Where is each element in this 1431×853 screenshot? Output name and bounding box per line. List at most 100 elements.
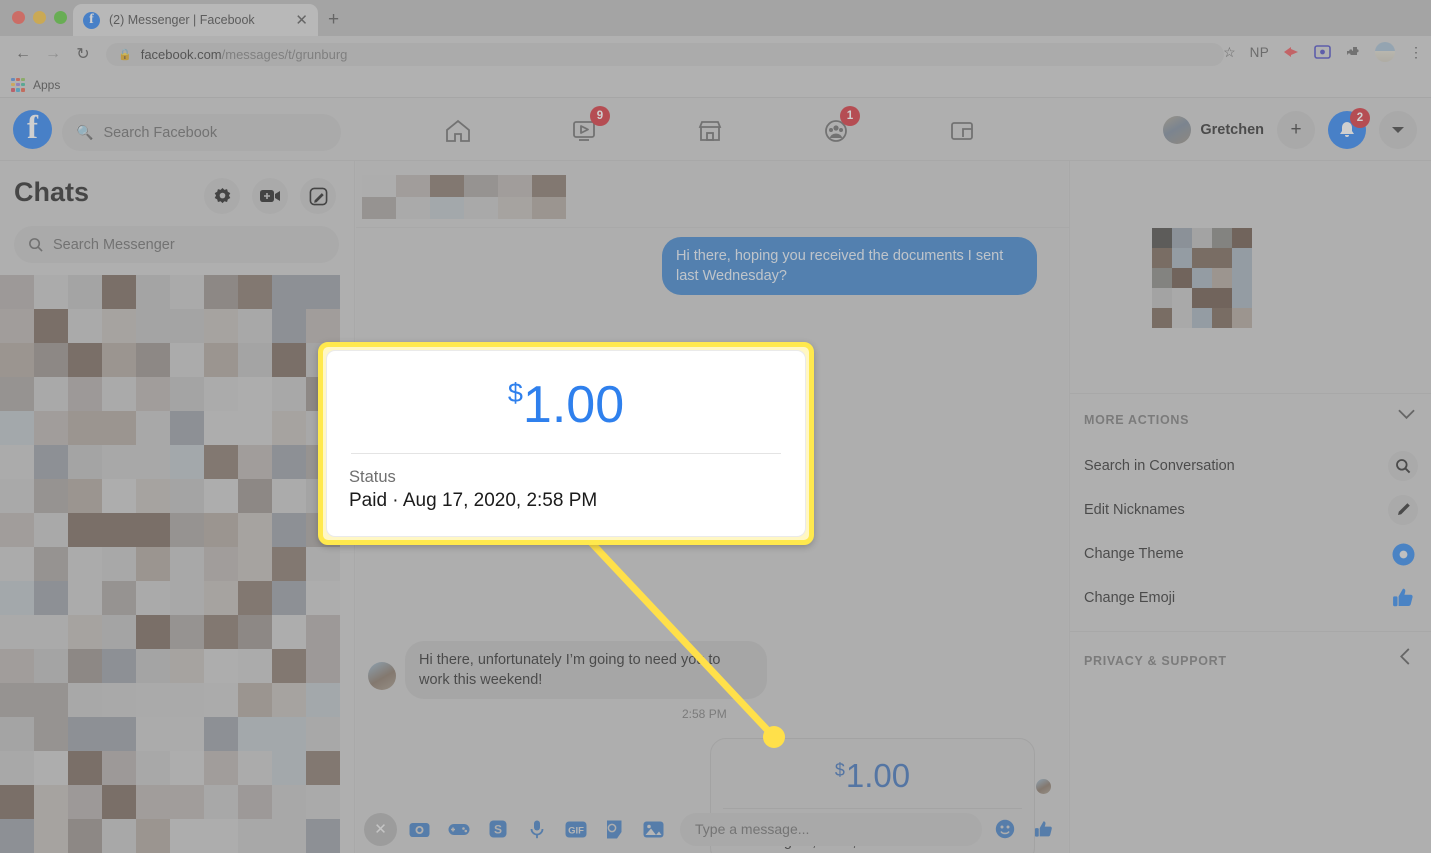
new-video-room-icon[interactable] — [252, 178, 288, 214]
facebook-icon: f — [83, 12, 100, 29]
extensions-puzzle-icon[interactable] — [1345, 44, 1361, 60]
bookmark-star-icon[interactable]: ☆ — [1223, 44, 1236, 61]
avatar[interactable] — [1163, 116, 1191, 144]
minimize-window-button[interactable] — [33, 11, 46, 24]
apps-bookmark-label[interactable]: Apps — [33, 78, 60, 92]
facebook-logo-icon[interactable]: f — [13, 110, 52, 149]
address-bar[interactable]: 🔒 facebook.com/messages/t/grunburg — [106, 43, 1224, 66]
payment-amount: $1.00 — [711, 739, 1034, 808]
close-window-button[interactable] — [12, 11, 25, 24]
search-input[interactable]: Search Messenger — [14, 226, 339, 263]
message-bubble-incoming[interactable]: Hi there, unfortunately I’m going to nee… — [405, 641, 767, 699]
details-item-change-theme[interactable]: Change Theme — [1084, 535, 1418, 573]
callout-inner: $1.00 Status Paid · Aug 17, 2020, 2:58 P… — [326, 350, 806, 537]
message-composer: ✕ S — [356, 805, 1068, 853]
cast-screen-icon[interactable] — [1314, 45, 1331, 60]
create-button[interactable]: + — [1277, 111, 1315, 149]
thumbs-up-icon[interactable] — [1027, 813, 1060, 846]
amount-value: 1.00 — [523, 376, 624, 434]
thumbsup-glyph — [1034, 820, 1053, 839]
message-input[interactable]: Type a message... — [680, 813, 982, 846]
chevron-left-icon[interactable] — [1400, 648, 1411, 669]
chevron-down-icon[interactable] — [1398, 407, 1415, 424]
currency-symbol: $ — [508, 378, 523, 408]
video-plus-glyph — [259, 188, 281, 204]
account-menu-button[interactable] — [1379, 111, 1417, 149]
details-item-search-in-conversation[interactable]: Search in Conversation — [1084, 447, 1418, 485]
new-tab-button[interactable]: + — [328, 10, 339, 29]
facebook-account-controls: Gretchen + 2 — [1163, 111, 1417, 149]
search-icon: 🔍 — [76, 124, 93, 141]
section-title-more-actions: MORE ACTIONS — [1084, 413, 1189, 427]
browser-toolbar: ← → ↻ 🔒 facebook.com/messages/t/grunburg… — [0, 36, 1431, 72]
url-path: /messages/t/grunburg — [222, 47, 348, 62]
search-icon[interactable] — [1388, 451, 1418, 481]
games-controller-icon[interactable] — [442, 813, 475, 846]
payment-card-callout: $1.00 Status Paid · Aug 17, 2020, 2:58 P… — [318, 342, 814, 545]
maximize-window-button[interactable] — [54, 11, 67, 24]
theme-circle-icon[interactable] — [1388, 539, 1418, 569]
marketplace-icon — [695, 117, 725, 145]
avatar — [368, 662, 396, 690]
item-label: Edit Nicknames — [1084, 502, 1185, 518]
nav-watch[interactable]: 9 — [556, 108, 612, 154]
controller-glyph — [448, 822, 470, 837]
account-name[interactable]: Gretchen — [1200, 122, 1264, 138]
photo-icon[interactable] — [637, 813, 670, 846]
facebook-top-bar: f 🔍 Search Facebook 9 — [0, 98, 1431, 161]
back-icon[interactable]: ← — [10, 42, 36, 66]
facebook-search-box[interactable]: 🔍 Search Facebook — [62, 114, 341, 151]
groups-badge: 1 — [840, 106, 860, 126]
close-tray-icon[interactable]: ✕ — [364, 813, 397, 846]
details-item-change-emoji[interactable]: Change Emoji — [1084, 579, 1418, 617]
pencil-icon[interactable] — [1388, 495, 1418, 525]
browser-tab-strip: f (2) Messenger | Facebook ✕ + — [0, 0, 1431, 36]
sticker-icon[interactable] — [598, 813, 631, 846]
emoji-icon[interactable] — [988, 813, 1021, 846]
conversation-list-blurred[interactable] — [0, 275, 340, 853]
browser-nav-buttons: ← → ↻ — [10, 42, 96, 66]
nav-home[interactable] — [430, 108, 486, 154]
search-glyph — [1395, 458, 1411, 474]
chrome-menu-icon[interactable]: ⋮ — [1409, 44, 1423, 61]
np-extension-icon[interactable]: NP — [1250, 45, 1269, 60]
gaming-icon — [947, 117, 977, 145]
section-title-privacy-and-support: PRIVACY & SUPPORT — [1084, 654, 1227, 668]
url-text: facebook.com/messages/t/grunburg — [141, 47, 348, 62]
forward-icon[interactable]: → — [40, 42, 66, 66]
compose-message-icon[interactable] — [300, 178, 336, 214]
voice-microphone-icon[interactable] — [520, 813, 553, 846]
dollar-glyph: S — [489, 820, 507, 838]
nav-marketplace[interactable] — [682, 108, 738, 154]
profile-avatar[interactable] — [1375, 42, 1395, 62]
details-item-edit-nicknames[interactable]: Edit Nicknames — [1084, 491, 1418, 529]
status-value: Paid · Aug 17, 2020, 2:58 PM — [349, 490, 783, 512]
payment-dollar-icon[interactable]: S — [481, 813, 514, 846]
profile-photo-blurred — [1152, 228, 1252, 328]
browser-tab[interactable]: f (2) Messenger | Facebook ✕ — [73, 4, 318, 36]
theme-glyph — [1392, 543, 1415, 566]
window-traffic-lights[interactable] — [12, 11, 67, 24]
camera-icon[interactable] — [403, 813, 436, 846]
gif-icon[interactable]: GIF — [559, 813, 592, 846]
divider — [1070, 631, 1431, 632]
chevron-down-glyph — [1398, 409, 1415, 420]
thumbsup-glyph — [1392, 587, 1414, 609]
red-extension-icon[interactable] — [1283, 45, 1300, 59]
message-bubble-outgoing[interactable]: Hi there, hoping you received the docume… — [662, 237, 1037, 295]
nav-gaming[interactable] — [934, 108, 990, 154]
mic-glyph — [530, 820, 544, 839]
reload-icon[interactable]: ↻ — [70, 42, 96, 66]
thumbs-up-icon[interactable] — [1388, 583, 1418, 613]
apps-grid-icon[interactable] — [11, 78, 25, 92]
notifications-button[interactable]: 2 — [1328, 111, 1366, 149]
settings-gear-icon[interactable] — [204, 178, 240, 214]
search-icon — [28, 237, 43, 252]
page-title: Chats — [14, 177, 89, 208]
nav-groups[interactable]: 1 — [808, 108, 864, 154]
close-icon[interactable]: ✕ — [295, 13, 308, 28]
svg-text:GIF: GIF — [568, 825, 584, 836]
callout-status: Status Paid · Aug 17, 2020, 2:58 PM — [327, 454, 805, 512]
facebook-search-placeholder: Search Facebook — [103, 125, 217, 141]
divider — [1070, 393, 1431, 394]
